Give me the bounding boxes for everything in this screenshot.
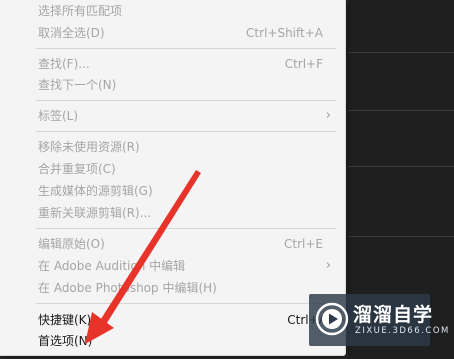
menu-item-label: 快捷键(K)...	[38, 313, 103, 327]
menu-item-label: 在 Adobe Photoshop 中编辑(H)	[38, 281, 217, 295]
menu-item-label: 合并重复项(C)	[38, 162, 116, 176]
chevron-right-icon: ›	[325, 258, 331, 273]
menu-item-label-submenu[interactable]: 标签(L) ›	[0, 107, 345, 125]
menu-item-label: 选择所有匹配项	[38, 4, 123, 18]
menu-item-consolidate-duplicates[interactable]: 合并重复项(C)	[0, 160, 345, 178]
play-logo-icon	[315, 302, 349, 336]
menu-item-keyboard-shortcuts[interactable]: 快捷键(K)... Ctrl+Alt+	[0, 311, 345, 329]
menu-item-label: 在 Adobe Audition 中编辑	[38, 259, 186, 273]
menu-item-label: 查找(F)...	[38, 57, 90, 71]
watermark: 溜溜自学 ZIXUE.3D66.COM	[309, 294, 448, 346]
menu-separator	[36, 100, 336, 101]
menu-separator	[36, 303, 336, 304]
menu-item-deselect-all[interactable]: 取消全选(D) Ctrl+Shift+A	[0, 24, 345, 42]
menu-item-label: 生成媒体的源剪辑(G)	[38, 184, 153, 198]
menu-item-shortcut: Ctrl+Shift+A	[246, 26, 323, 40]
menu-item-edit-in-photoshop[interactable]: 在 Adobe Photoshop 中编辑(H)	[0, 279, 345, 297]
menu-separator	[36, 228, 336, 229]
menu-item-shortcut: Ctrl+E	[284, 237, 323, 251]
menu-item-remove-unused[interactable]: 移除未使用资源(R)	[0, 138, 345, 156]
chevron-right-icon: ›	[325, 108, 331, 123]
panel-divider	[348, 166, 454, 167]
panel-divider	[348, 52, 454, 53]
menu-item-label: 查找下一个(N)	[38, 78, 117, 92]
panel-divider	[348, 236, 454, 237]
menu-item-find-next[interactable]: 查找下一个(N)	[0, 76, 345, 94]
menu-item-find[interactable]: 查找(F)... Ctrl+F	[0, 55, 345, 73]
menu-item-shortcut: Ctrl+F	[284, 57, 323, 71]
menu-item-edit-original[interactable]: 编辑原始(O) Ctrl+E	[0, 235, 345, 253]
menu-item-label: 编辑原始(O)	[38, 237, 105, 251]
menu-item-select-all-matching[interactable]: 选择所有匹配项	[0, 2, 345, 20]
menu-item-create-source-clip[interactable]: 生成媒体的源剪辑(G)	[0, 182, 345, 200]
menu-item-label: 标签(L)	[38, 109, 79, 123]
menu-separator	[36, 131, 336, 132]
menu-item-label: 首选项(N)	[38, 334, 93, 348]
menu-item-edit-in-audition[interactable]: 在 Adobe Audition 中编辑 ›	[0, 257, 345, 275]
watermark-title: 溜溜自学	[353, 304, 434, 326]
context-menu: 选择所有匹配项 取消全选(D) Ctrl+Shift+A 查找(F)... Ct…	[0, 0, 346, 356]
menu-separator	[36, 48, 336, 49]
menu-item-label: 取消全选(D)	[38, 26, 105, 40]
menu-item-label: 移除未使用资源(R)	[38, 140, 140, 154]
menu-item-label: 重新关联源剪辑(R)...	[38, 206, 152, 220]
menu-item-preferences[interactable]: 首选项(N)	[0, 332, 345, 350]
menu-item-relink-source-clip[interactable]: 重新关联源剪辑(R)...	[0, 204, 345, 222]
watermark-subtitle: ZIXUE.3D66.COM	[355, 326, 450, 336]
panel-divider	[348, 110, 454, 111]
